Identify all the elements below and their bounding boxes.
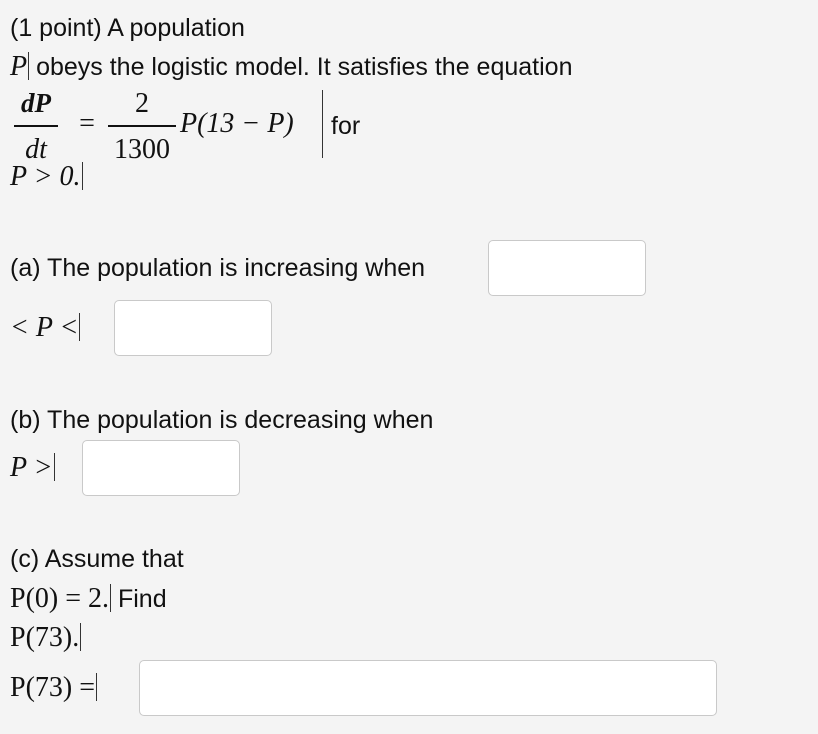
answer-label-text: P(73) =	[10, 672, 96, 703]
rhs-fraction-bar	[108, 125, 176, 127]
text-cursor	[79, 313, 81, 341]
part-a-prompt: (a) The population is increasing when	[10, 254, 426, 282]
text-cursor	[53, 453, 55, 481]
problem-header: (1 point) A population	[10, 14, 245, 42]
inequality-text: < P <	[10, 312, 79, 343]
find-text: Find	[117, 585, 167, 613]
text-cursor	[28, 52, 30, 80]
text-cursor	[81, 162, 83, 190]
positivity-condition: P > 0.	[10, 162, 83, 192]
text-cursor	[110, 584, 112, 612]
rhs-product: P(13 − P)	[180, 108, 294, 139]
condition-text: P > 0.	[10, 161, 81, 192]
statement-text: obeys the logistic model. It satisfies t…	[36, 53, 573, 81]
equation-cursor	[322, 90, 323, 158]
text-cursor	[96, 673, 98, 701]
rhs-numerator: 2	[135, 88, 149, 119]
part-c-answer-label: P(73) =	[10, 672, 98, 703]
target-text: P(73).	[10, 622, 80, 653]
part-c-given: P(0) = 2. Find	[10, 584, 167, 614]
part-b-prompt: (b) The population is decreasing when	[10, 406, 434, 434]
part-c-input[interactable]	[139, 660, 717, 716]
part-a-inequality: < P <	[10, 312, 81, 343]
part-c-target: P(73).	[10, 622, 82, 653]
lhs-fraction-bar	[14, 125, 58, 127]
part-b-input[interactable]	[82, 440, 240, 496]
inequality-text: P >	[10, 452, 53, 483]
variable-p: P	[10, 51, 28, 82]
for-text: for	[331, 112, 361, 140]
lhs-numerator: dP	[21, 88, 51, 118]
problem-statement: P obeys the logistic model. It satisfies…	[10, 52, 572, 82]
part-c-prompt: (c) Assume that	[10, 545, 184, 573]
part-a-upper-input[interactable]	[114, 300, 272, 356]
equals-sign: =	[79, 108, 95, 139]
part-a-lower-input[interactable]	[488, 240, 646, 296]
part-b-inequality: P >	[10, 453, 55, 483]
initial-condition: P(0) = 2.	[10, 583, 110, 614]
text-cursor	[80, 623, 82, 651]
rhs-denominator: 1300	[114, 134, 170, 165]
